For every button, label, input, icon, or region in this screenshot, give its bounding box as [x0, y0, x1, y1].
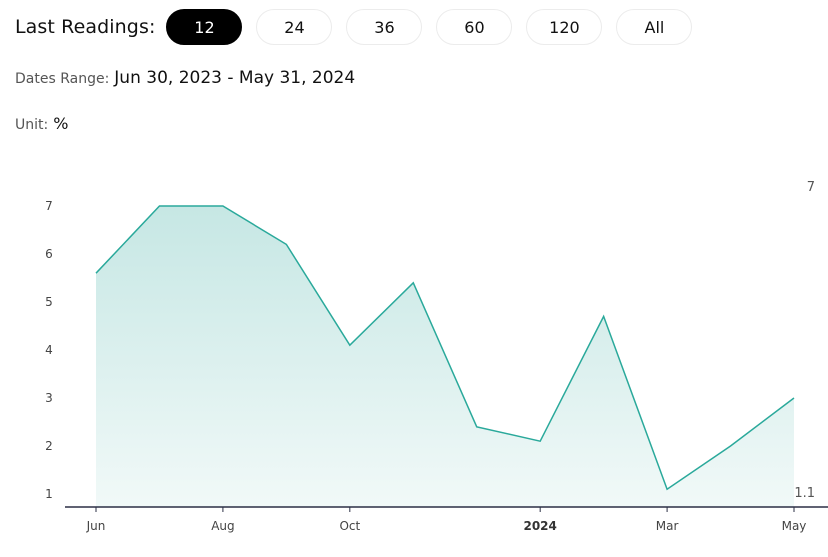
- y-tick-label: 1: [45, 487, 53, 501]
- y-tick-label: 4: [45, 343, 53, 357]
- area-chart: 1 2 3 4 5 6 7 Jun Aug Oct 2024 Mar May 7 1.1: [45, 180, 828, 533]
- y-axis: 1 2 3 4 5 6 7: [45, 199, 53, 501]
- x-axis: Jun Aug Oct 2024 Mar May: [86, 507, 807, 533]
- y-tick-label: 5: [45, 295, 53, 309]
- x-tick-label: Aug: [211, 519, 234, 533]
- y-tick-label: 3: [45, 391, 53, 405]
- x-tick-label: Oct: [339, 519, 360, 533]
- y-tick-label: 7: [45, 199, 53, 213]
- y-tick-label: 6: [45, 247, 53, 261]
- x-tick-label: 2024: [523, 519, 556, 533]
- x-tick-label: May: [782, 519, 807, 533]
- x-tick-label: Mar: [656, 519, 679, 533]
- x-tick-label: Jun: [86, 519, 106, 533]
- range-max-label: 7: [807, 180, 815, 195]
- y-tick-label: 2: [45, 439, 53, 453]
- range-min-label: 1.1: [794, 486, 815, 501]
